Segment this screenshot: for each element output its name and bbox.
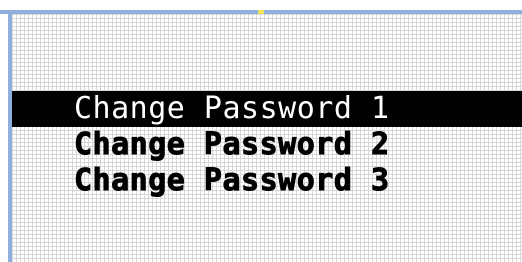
menu-item-change-password-1[interactable]: Change Password 1 (12, 91, 522, 127)
lcd-screen: Change Password 1 Change Password 2 Chan… (12, 14, 522, 262)
menu-item-change-password-3[interactable]: Change Password 3 (12, 163, 522, 199)
lcd-display-frame: Change Password 1 Change Password 2 Chan… (0, 0, 522, 262)
password-menu: Change Password 1 Change Password 2 Chan… (12, 91, 522, 199)
menu-item-change-password-2[interactable]: Change Password 2 (12, 127, 522, 163)
